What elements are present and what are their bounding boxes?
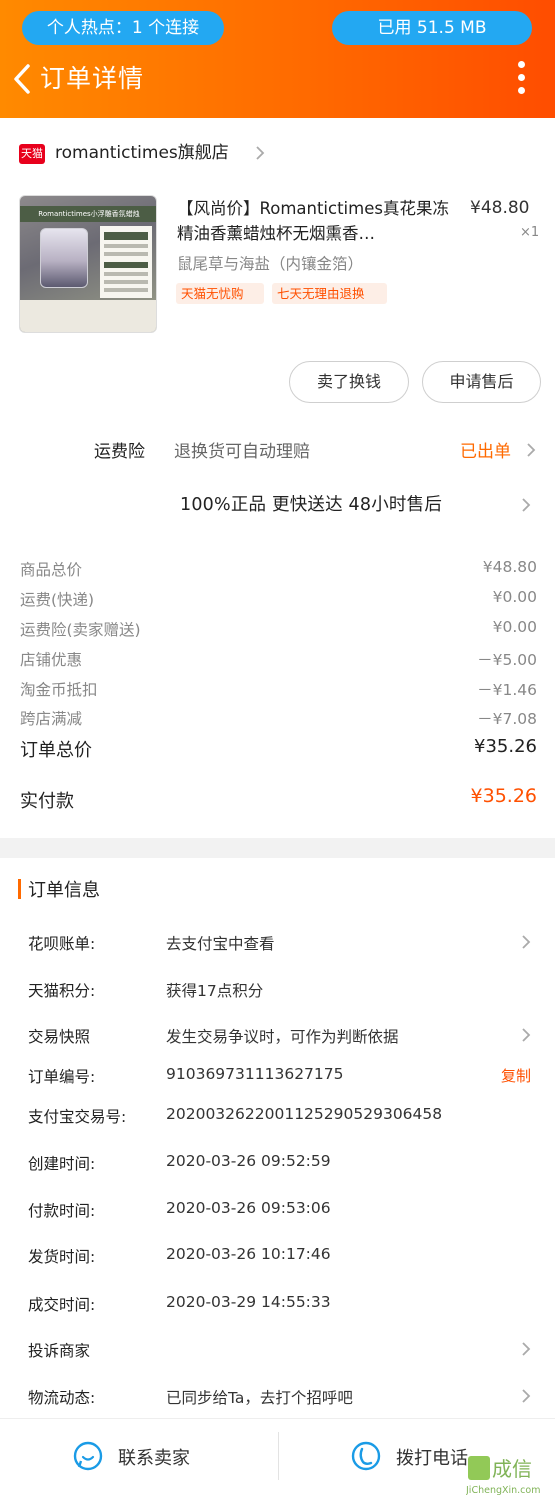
chevron-right-icon[interactable] — [526, 442, 536, 458]
info-label: 支付宝交易号: — [28, 1108, 127, 1126]
info-value[interactable]: 已同步给Ta，去打个招呼吧 — [166, 1386, 353, 1408]
fee-value: ¥0.00 — [492, 588, 537, 606]
paid-label: 实付款 — [20, 791, 74, 812]
insurance-desc: 退换货可自动理赔 — [174, 442, 310, 462]
info-value: 2020-03-26 10:17:46 — [166, 1245, 331, 1263]
insurance-status[interactable]: 已出单 — [460, 437, 511, 462]
data-usage-pill[interactable]: 已用 51.5 MB — [332, 11, 532, 45]
fee-label: 店铺优惠 — [20, 651, 83, 669]
insurance-label: 运费险 — [94, 442, 145, 462]
section-marker — [18, 879, 21, 899]
info-label: 物流动态: — [28, 1389, 96, 1407]
info-label: 成交时间: — [28, 1296, 96, 1314]
hotspot-pill[interactable]: 个人热点：1 个连接 — [22, 11, 224, 45]
fee-label: 跨店满减 — [20, 710, 83, 728]
info-label: 订单编号: — [28, 1068, 96, 1086]
product-price: ¥48.80 — [470, 198, 530, 218]
page-title: 订单详情 — [40, 64, 145, 93]
fee-label: 运费险(卖家赠送) — [20, 621, 141, 639]
info-label: 发货时间: — [28, 1248, 96, 1266]
phone-icon[interactable] — [350, 1440, 382, 1472]
fee-label: 淘金币抵扣 — [20, 681, 98, 699]
tmall-logo: 天猫 — [19, 144, 45, 164]
info-label: 花呗账单: — [28, 935, 96, 953]
paid-value: ¥35.26 — [470, 785, 537, 807]
order-total-value: ¥35.26 — [474, 736, 537, 757]
fee-label: 运费(快递) — [20, 591, 95, 609]
fee-value: －¥5.00 — [477, 651, 537, 669]
info-label: 创建时间: — [28, 1155, 96, 1173]
footer-divider — [278, 1432, 279, 1480]
product-thumbnail[interactable]: Romantictimes小浮雕香氛蜡烛 — [19, 195, 157, 333]
chat-icon[interactable] — [72, 1440, 104, 1472]
alipay-trade-number: 2020032622001125290529306458 — [166, 1105, 443, 1123]
svg-text:JiChengXin.com: JiChengXin.com — [466, 1485, 540, 1496]
complain-seller-link[interactable]: 投诉商家 — [28, 1339, 90, 1361]
info-label: 付款时间: — [28, 1202, 96, 1220]
chevron-right-icon[interactable] — [521, 1388, 531, 1404]
sell-button[interactable]: 卖了换钱 — [289, 361, 409, 403]
product-sku: 鼠尾草与海盐（内镶金箔） — [177, 255, 364, 273]
thumbnail-caption: Romantictimes小浮雕香氛蜡烛 — [20, 206, 156, 222]
aftersale-button[interactable]: 申请售后 — [422, 361, 541, 403]
service-tag: 天猫无忧购 — [176, 283, 264, 304]
chevron-right-icon[interactable] — [521, 934, 531, 950]
info-value[interactable]: 发生交易争议时，可作为判断依据 — [166, 1025, 399, 1047]
order-total-label: 订单总价 — [20, 740, 92, 761]
product-quantity: ×1 — [520, 225, 540, 240]
guarantee-text[interactable]: 100%正品 更快送达 48小时售后 — [180, 491, 442, 516]
info-value: 获得17点积分 — [166, 982, 264, 1000]
shop-name[interactable]: romantictimes旗舰店 — [55, 140, 229, 166]
info-value: 2020-03-26 09:53:06 — [166, 1199, 331, 1217]
service-tag: 七天无理由退换 — [272, 283, 387, 304]
info-value: 2020-03-29 14:55:33 — [166, 1293, 331, 1311]
chevron-right-icon[interactable] — [521, 497, 531, 513]
order-number: 910369731113627175 — [166, 1065, 344, 1083]
section-title: 订单信息 — [28, 880, 100, 901]
fee-label: 商品总价 — [20, 561, 83, 579]
contact-seller-button[interactable]: 联系卖家 — [118, 1444, 190, 1470]
chevron-right-icon[interactable] — [255, 145, 265, 161]
svg-text:成信: 成信 — [492, 1457, 532, 1481]
watermark-logo: 成信 JiChengXin.com — [465, 1452, 552, 1498]
call-button[interactable]: 拨打电话 — [396, 1444, 468, 1470]
info-label: 天猫积分: — [28, 982, 96, 1000]
copy-button[interactable]: 复制 — [501, 1065, 531, 1086]
fee-value: ¥0.00 — [492, 618, 537, 636]
info-value: 2020-03-26 09:52:59 — [166, 1152, 331, 1170]
info-value[interactable]: 去支付宝中查看 — [166, 932, 275, 954]
fee-value: ¥48.80 — [482, 558, 537, 576]
back-arrow-icon[interactable] — [8, 60, 38, 98]
product-title[interactable]: 【风尚价】Romantictimes真花果冻精油香薰蜡烛杯无烟熏香… — [177, 196, 457, 246]
fee-value: －¥7.08 — [477, 710, 537, 728]
chevron-right-icon[interactable] — [521, 1341, 531, 1357]
more-dots-icon[interactable] — [512, 57, 532, 99]
fee-value: －¥1.46 — [477, 681, 537, 699]
info-label: 交易快照 — [28, 1028, 91, 1046]
chevron-right-icon[interactable] — [521, 1027, 531, 1043]
